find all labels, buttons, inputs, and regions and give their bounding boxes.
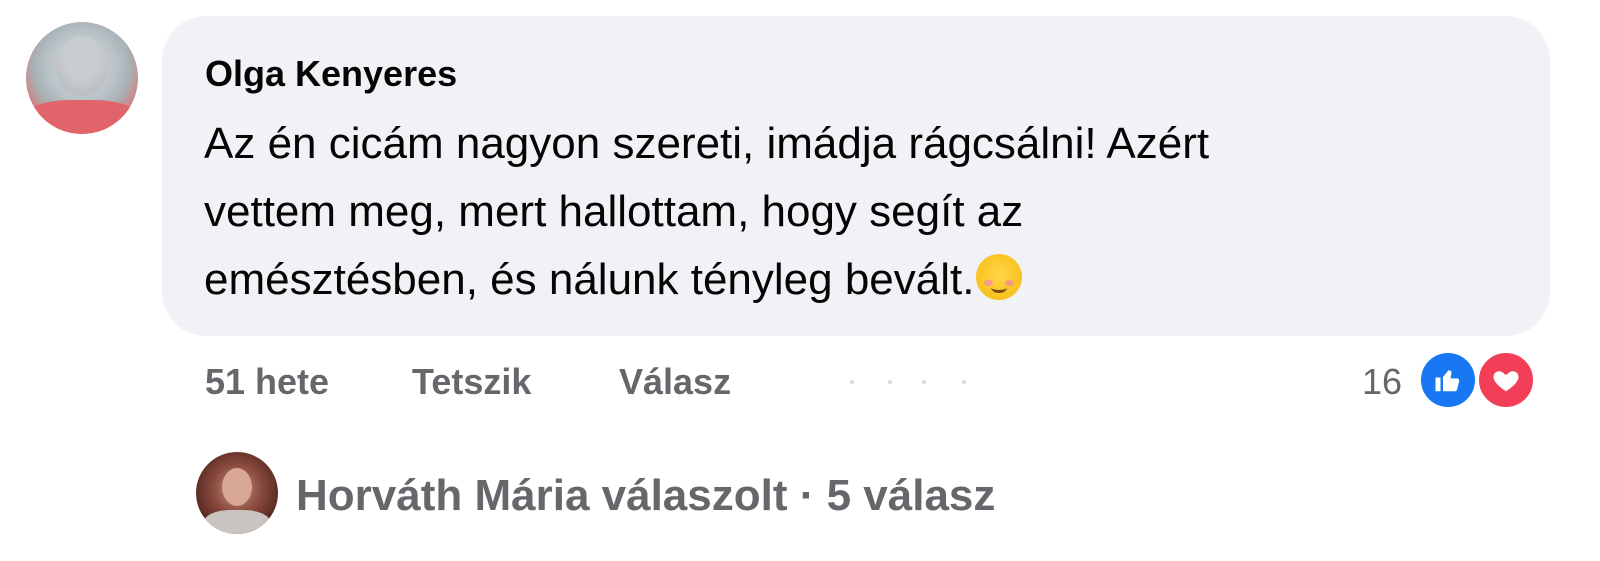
avatar-face xyxy=(222,468,252,506)
comment-text-line: emésztésben, és nálunk tényleg bevált. xyxy=(204,255,975,304)
comment-text-line: vettem meg, mert hallottam, hogy segít a… xyxy=(204,187,1024,236)
avatar-body xyxy=(204,510,270,534)
comment-timestamp[interactable]: 51 hete xyxy=(205,360,329,404)
heart-glyph xyxy=(1493,371,1519,392)
thumbs-up-glyph xyxy=(1435,370,1460,392)
smiling-face-with-smiling-eyes-icon xyxy=(976,254,1023,300)
comment-author-name[interactable]: Olga Kenyeres xyxy=(205,52,457,96)
avatar-face xyxy=(56,36,108,96)
like-button[interactable]: Tetszik xyxy=(412,360,531,404)
love-icon[interactable] xyxy=(1476,350,1536,410)
like-icon[interactable] xyxy=(1418,350,1478,410)
view-replies-link[interactable]: Horváth Mária válaszolt · 5 válasz xyxy=(296,470,995,522)
reply-author-avatar[interactable] xyxy=(196,452,278,534)
comment-text-line: Az én cicám nagyon szereti, imádja rágcs… xyxy=(204,119,1210,168)
reaction-count[interactable]: 16 xyxy=(1362,360,1402,404)
comment-text: Az én cicám nagyon szereti, imádja rágcs… xyxy=(204,110,1504,314)
reply-button[interactable]: Válasz xyxy=(619,360,731,404)
comment-text-line-last: emésztésben, és nálunk tényleg bevált. xyxy=(204,246,1504,314)
avatar-shoulders xyxy=(26,100,138,134)
faint-dots-divider xyxy=(850,380,970,386)
commenter-avatar[interactable] xyxy=(26,22,138,134)
